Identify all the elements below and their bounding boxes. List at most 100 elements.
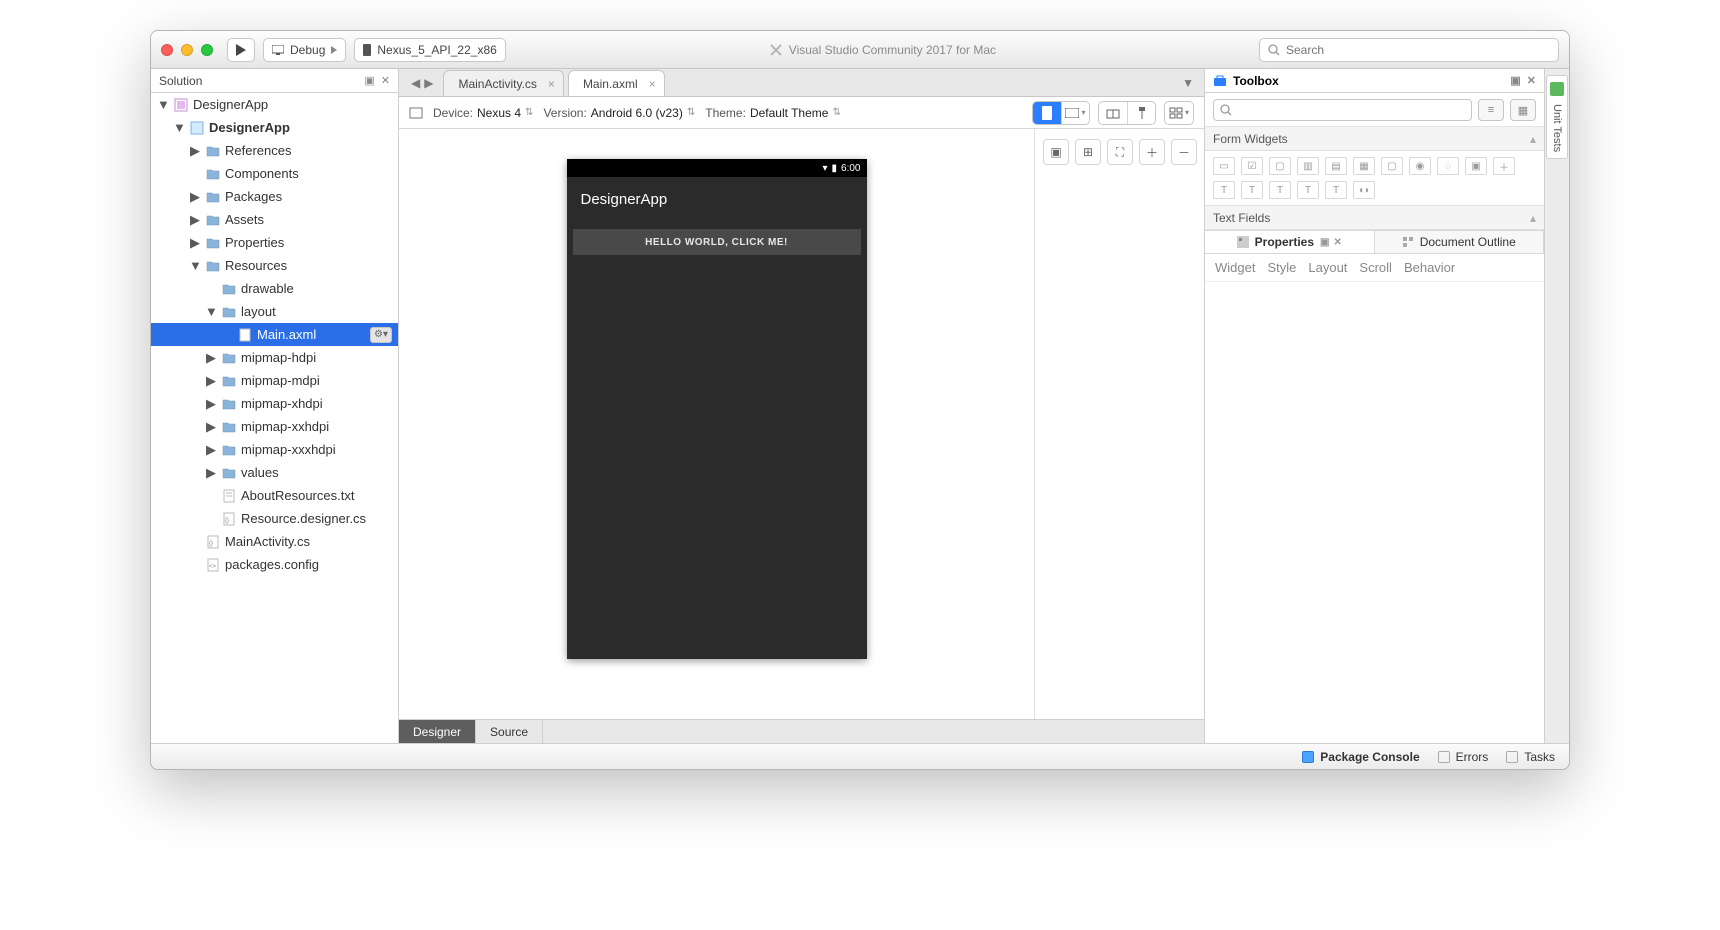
- tree-item-packages-config[interactable]: <>packages.config: [151, 553, 398, 576]
- filter-scroll[interactable]: Scroll: [1359, 260, 1392, 275]
- tree-item-mipmap-mdpi[interactable]: ▶mipmap-mdpi: [151, 369, 398, 392]
- widget-toggle-icon[interactable]: ▦: [1353, 157, 1375, 175]
- widget-text-xxl-icon[interactable]: T: [1325, 181, 1347, 199]
- tree-item-values[interactable]: ▶values: [151, 461, 398, 484]
- widget-checkbox-icon[interactable]: ☑: [1241, 157, 1263, 175]
- nav-back-icon[interactable]: ◀: [411, 76, 420, 90]
- gear-icon[interactable]: ⚙▾: [370, 327, 392, 343]
- filter-layout[interactable]: Layout: [1308, 260, 1347, 275]
- tree-item-resource-designer[interactable]: {}Resource.designer.cs: [151, 507, 398, 530]
- tree-item-mipmap-xxxhdpi[interactable]: ▶mipmap-xxxhdpi: [151, 438, 398, 461]
- pane-dock-icon[interactable]: ▣: [1320, 237, 1329, 248]
- preview-hello-button[interactable]: HELLO WORLD, CLICK ME!: [573, 229, 861, 255]
- pane-close-icon[interactable]: ✕: [1527, 74, 1536, 87]
- tree-item-resources[interactable]: ▼Resources: [151, 254, 398, 277]
- widget-button-icon[interactable]: ▭: [1213, 157, 1235, 175]
- orientation-landscape-button[interactable]: ▾: [1061, 102, 1089, 124]
- nav-forward-icon[interactable]: ▶: [424, 76, 433, 90]
- zoom-out-button[interactable]: －: [1171, 139, 1197, 165]
- tab-main-axml[interactable]: Main.axml ×: [568, 70, 665, 96]
- tree-item-main-activity[interactable]: {}MainActivity.cs: [151, 530, 398, 553]
- filter-style[interactable]: Style: [1267, 260, 1296, 275]
- toolbox-view-list-button[interactable]: ≡: [1478, 99, 1504, 121]
- configuration-selector[interactable]: Debug: [263, 38, 346, 62]
- toolbox-section-text-fields[interactable]: Text Fields ▴: [1205, 206, 1544, 230]
- widget-pill-icon[interactable]: ◖◗: [1353, 181, 1375, 199]
- collapse-icon[interactable]: ▴: [1530, 211, 1536, 225]
- tree-item-components[interactable]: Components: [151, 162, 398, 185]
- widget-spinner-icon[interactable]: ◌: [1437, 157, 1459, 175]
- widget-text-small-icon[interactable]: T: [1213, 181, 1235, 199]
- tree-item-mipmap-xhdpi[interactable]: ▶mipmap-xhdpi: [151, 392, 398, 415]
- canvas-icon[interactable]: [409, 107, 423, 119]
- solution-root[interactable]: ▼ DesignerApp: [151, 93, 398, 116]
- run-button[interactable]: [227, 38, 255, 62]
- solution-tree[interactable]: ▼ DesignerApp ▼ DesignerApp ▶References …: [151, 93, 398, 743]
- close-icon[interactable]: ×: [649, 77, 656, 91]
- tree-item-layout[interactable]: ▼layout: [151, 300, 398, 323]
- device-picker[interactable]: Device: Nexus 4⇅: [433, 106, 533, 120]
- grid-options-button[interactable]: ▾: [1165, 102, 1193, 124]
- bottom-tab-designer[interactable]: Designer: [399, 720, 476, 743]
- close-window-button[interactable]: [161, 44, 173, 56]
- tree-item-drawable[interactable]: drawable: [151, 277, 398, 300]
- search-input[interactable]: [1286, 43, 1550, 57]
- toolbox-icon: [1213, 75, 1227, 87]
- widget-switch-icon[interactable]: ▢: [1381, 157, 1403, 175]
- tree-item-packages[interactable]: ▶Packages: [151, 185, 398, 208]
- tree-item-properties[interactable]: ▶Properties: [151, 231, 398, 254]
- toolbox-search-input[interactable]: [1213, 99, 1472, 121]
- collapse-icon[interactable]: ▴: [1530, 132, 1536, 146]
- widget-frame-icon[interactable]: ▢: [1269, 157, 1291, 175]
- tree-item-mipmap-xxhdpi[interactable]: ▶mipmap-xxhdpi: [151, 415, 398, 438]
- expand-button[interactable]: ⛶: [1107, 139, 1133, 165]
- close-icon[interactable]: ×: [548, 77, 555, 91]
- tab-mainactivity[interactable]: MainActivity.cs ×: [443, 70, 563, 96]
- widget-text-large-icon[interactable]: T: [1269, 181, 1291, 199]
- search-box[interactable]: [1259, 38, 1559, 62]
- widget-text-xl-icon[interactable]: T: [1297, 181, 1319, 199]
- widget-seekbar-icon[interactable]: ▤: [1325, 157, 1347, 175]
- widget-radio-icon[interactable]: ◉: [1409, 157, 1431, 175]
- design-canvas[interactable]: ▾ ▮ 6:00 DesignerApp HELLO WORLD, CLICK …: [399, 129, 1034, 719]
- orientation-portrait-button[interactable]: [1033, 102, 1061, 124]
- status-errors[interactable]: Errors: [1438, 750, 1489, 764]
- tree-item-about-resources[interactable]: AboutResources.txt: [151, 484, 398, 507]
- tab-overflow-button[interactable]: ▼: [1172, 76, 1204, 90]
- device-selector[interactable]: Nexus_5_API_22_x86: [354, 38, 505, 62]
- minimize-window-button[interactable]: [181, 44, 193, 56]
- window-controls: [161, 44, 213, 56]
- bottom-tab-source[interactable]: Source: [476, 720, 543, 743]
- status-tasks[interactable]: Tasks: [1506, 750, 1555, 764]
- highlight-container-button[interactable]: [1127, 102, 1155, 124]
- theme-picker[interactable]: Theme: Default Theme⇅: [705, 106, 841, 120]
- tree-item-mipmap-hdpi[interactable]: ▶mipmap-hdpi: [151, 346, 398, 369]
- toolbox-section-form-widgets[interactable]: Form Widgets ▴: [1205, 127, 1544, 151]
- zoom-fit-button[interactable]: ▣: [1043, 139, 1069, 165]
- toolbox-view-grid-button[interactable]: ▦: [1510, 99, 1536, 121]
- zoom-actual-button[interactable]: ⊞: [1075, 139, 1101, 165]
- pane-dock-icon[interactable]: ▣: [364, 74, 374, 87]
- filter-behavior[interactable]: Behavior: [1404, 260, 1455, 275]
- pane-close-icon[interactable]: ✕: [381, 74, 390, 87]
- filter-widget[interactable]: Widget: [1215, 260, 1255, 275]
- widget-text-med-icon[interactable]: T: [1241, 181, 1263, 199]
- status-package-console[interactable]: Package Console: [1302, 750, 1419, 764]
- tab-document-outline[interactable]: Document Outline: [1375, 231, 1545, 253]
- zoom-in-button[interactable]: ＋: [1139, 139, 1165, 165]
- widget-progress-icon[interactable]: ▥: [1297, 157, 1319, 175]
- tree-item-assets[interactable]: ▶Assets: [151, 208, 398, 231]
- widget-image-icon[interactable]: ▣: [1465, 157, 1487, 175]
- properties-icon: [1237, 236, 1249, 248]
- tree-item-references[interactable]: ▶References: [151, 139, 398, 162]
- pane-dock-icon[interactable]: ▣: [1510, 74, 1520, 87]
- tab-properties[interactable]: Properties ▣✕: [1205, 231, 1375, 253]
- unit-tests-tab[interactable]: Unit Tests: [1546, 75, 1568, 159]
- language-button[interactable]: [1099, 102, 1127, 124]
- zoom-window-button[interactable]: [201, 44, 213, 56]
- version-picker[interactable]: Version: Android 6.0 (v23)⇅: [543, 106, 695, 120]
- widget-add-icon[interactable]: ＋: [1493, 157, 1515, 175]
- pane-close-icon[interactable]: ✕: [1333, 237, 1341, 248]
- tree-item-main-axml[interactable]: Main.axml ⚙▾: [151, 323, 398, 346]
- project-node[interactable]: ▼ DesignerApp: [151, 116, 398, 139]
